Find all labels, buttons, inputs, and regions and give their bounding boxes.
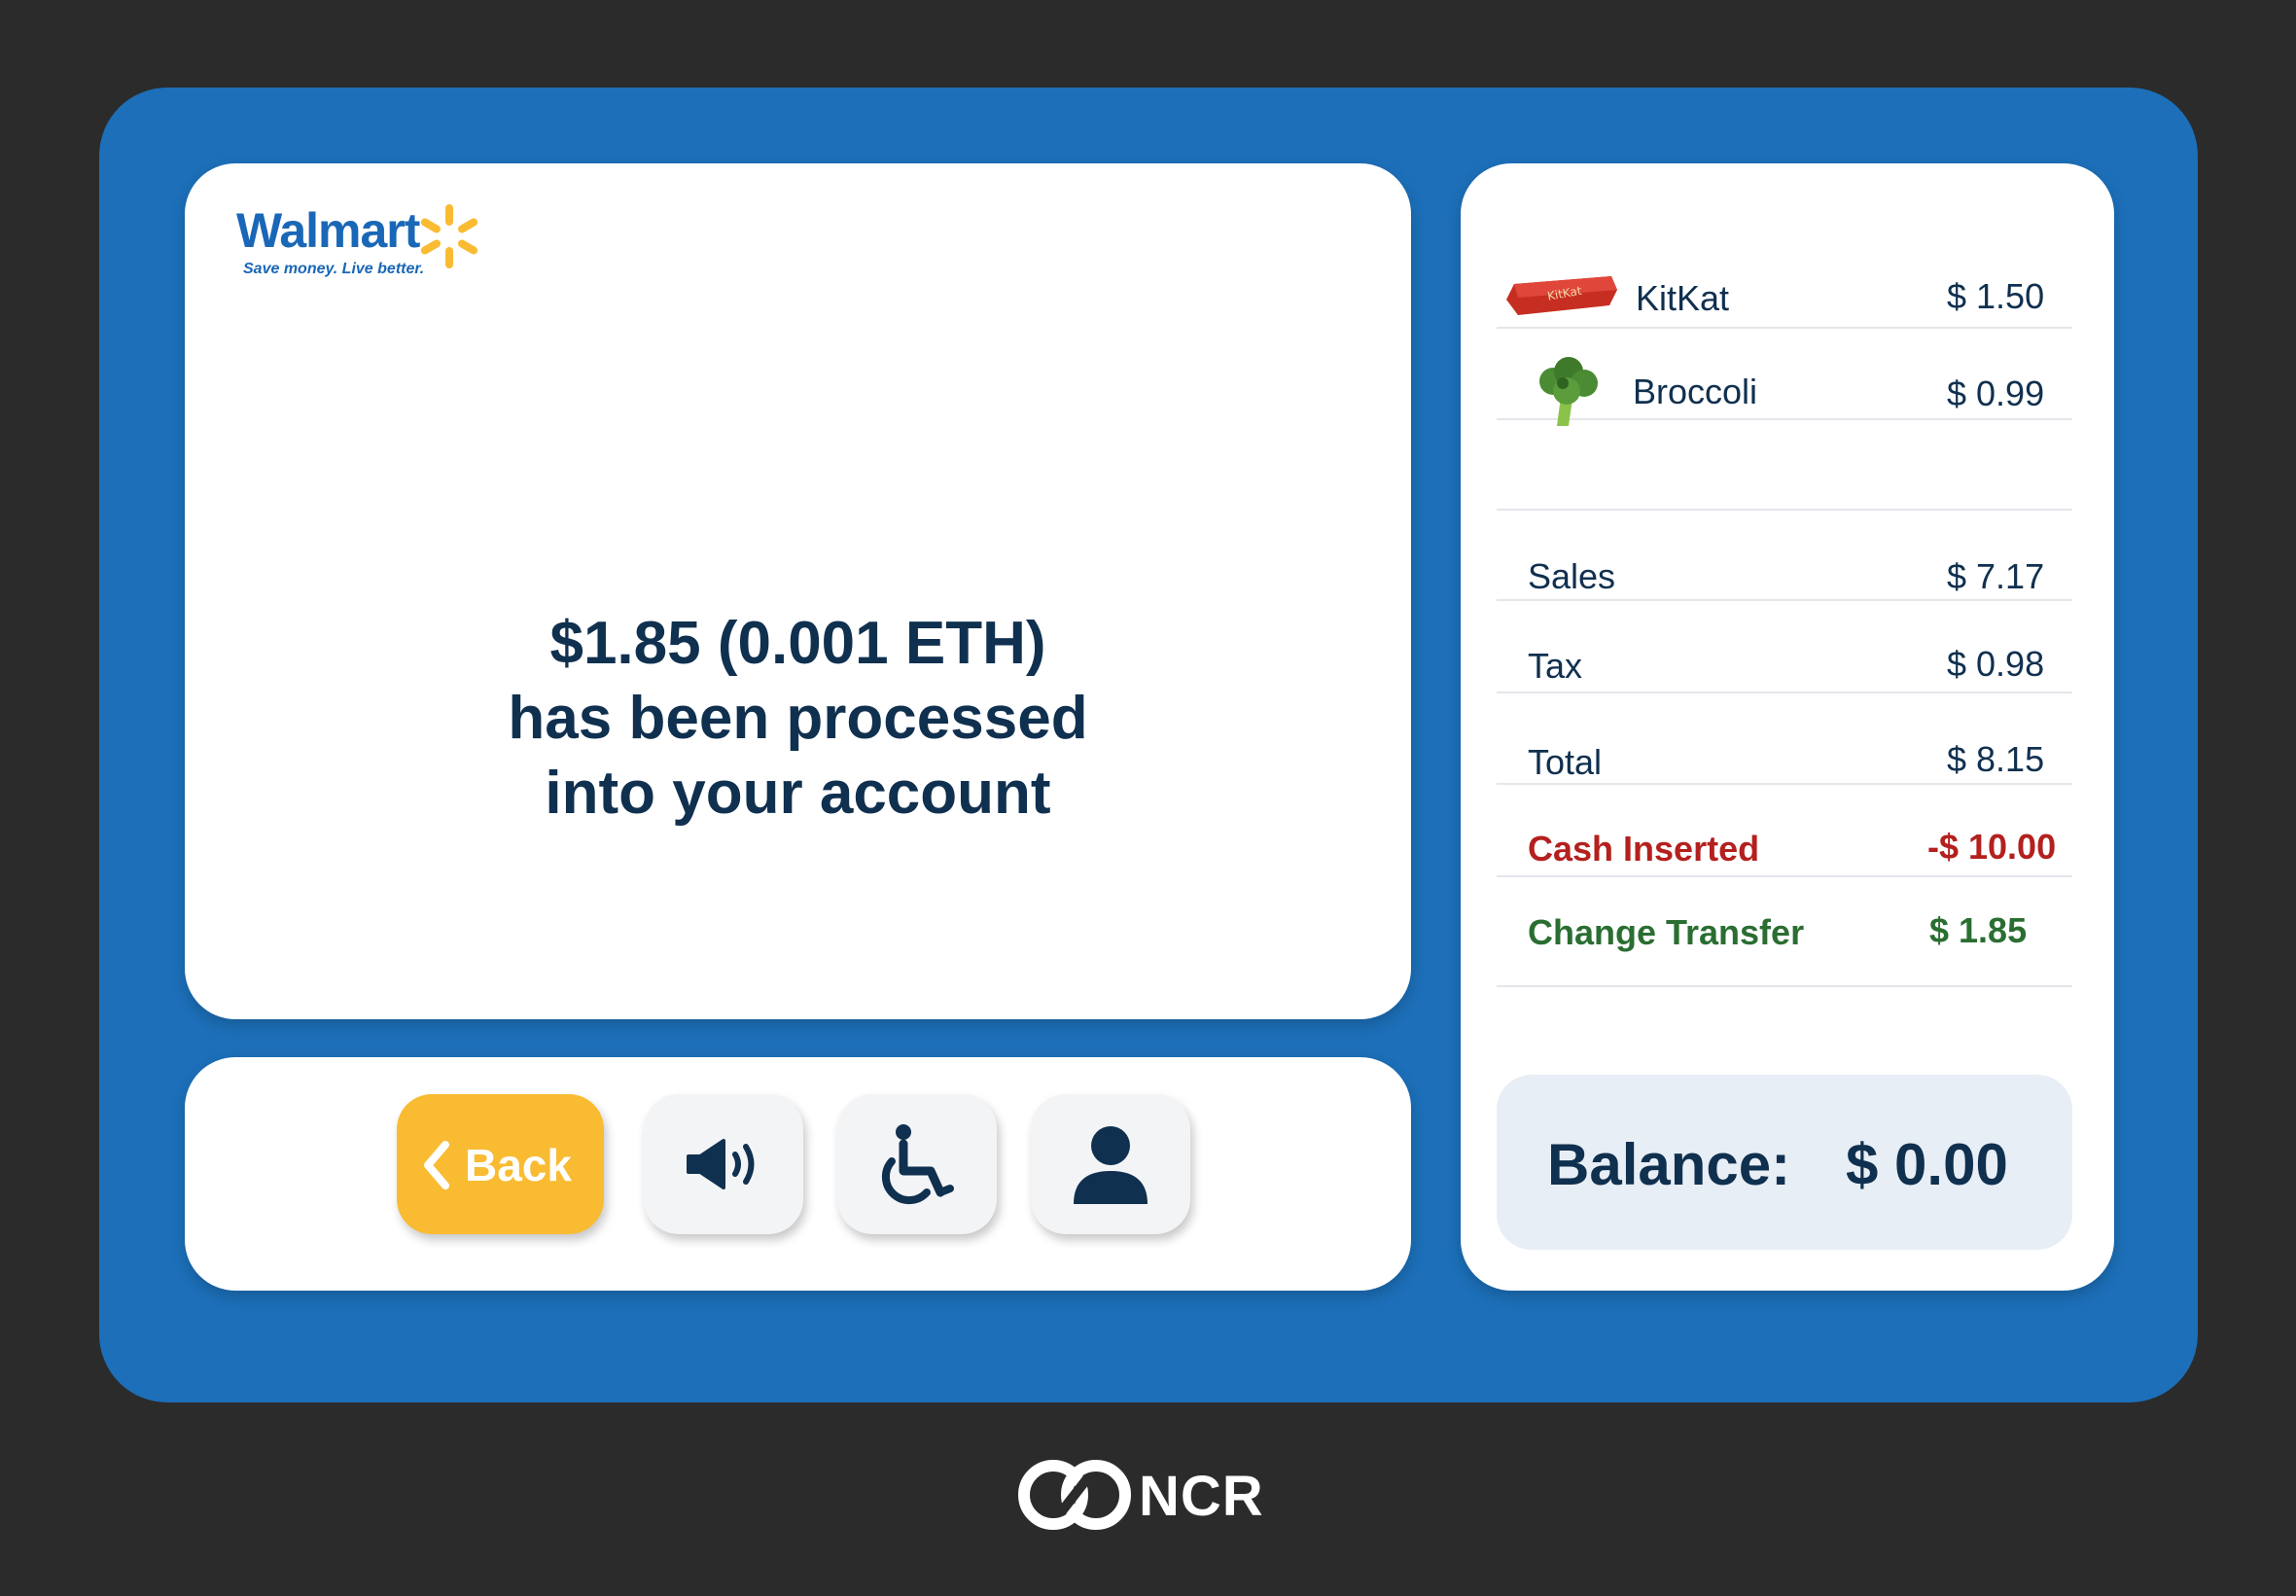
user-button[interactable] [1031,1094,1190,1234]
total-label: Total [1528,742,1603,782]
item-name: Broccoli [1633,372,1758,411]
broccoli-icon [1539,357,1598,426]
ncr-wordmark: NCR [1139,1465,1264,1528]
balance-box: Balance: $ 0.00 [1497,1075,2072,1250]
divider [1497,875,2072,877]
divider [1497,985,2072,987]
logo-wordmark: Walmart [236,203,420,258]
wheelchair-icon [881,1124,954,1205]
speaker-icon [687,1139,755,1189]
ncr-mark-icon [1018,1460,1131,1530]
cash-inserted-value: -$ 10.00 [1927,827,2057,867]
sales-label: Sales [1528,556,1616,596]
item-name: KitKat [1636,278,1730,318]
kiosk-screen: Walmart Save money. Live better. $1.85 (… [99,88,2198,1402]
message-line-2: has been processed [508,685,1088,752]
back-button-label: Back [465,1140,572,1190]
status-message: $1.85 (0.001 ETH) has been processed int… [185,606,1411,831]
back-button[interactable]: Back [397,1094,604,1234]
change-transfer-label: Change Transfer [1528,912,1805,952]
receipt-panel: KitKat KitKat $ 1.50 Broccoli $ 0.99 Sal… [1461,163,2114,1291]
logo-tagline: Save money. Live better. [243,261,425,277]
chevron-left-icon [424,1141,449,1189]
message-line-1: $1.85 (0.001 ETH) [549,610,1046,677]
item-price: $ 1.50 [1947,276,2045,316]
accessibility-button[interactable] [837,1094,997,1234]
audio-button[interactable] [644,1094,803,1234]
cash-inserted-label: Cash Inserted [1528,829,1760,869]
controls-panel: Back [185,1057,1411,1291]
balance-value: $ 0.00 [1846,1132,2008,1197]
message-panel: Walmart Save money. Live better. $1.85 (… [185,163,1411,1019]
divider [1497,509,2072,511]
balance-label: Balance: [1547,1132,1791,1197]
divider [1497,327,2072,329]
divider [1497,692,2072,693]
user-icon [1074,1126,1148,1204]
sales-value: $ 7.17 [1947,556,2045,596]
message-line-3: into your account [545,760,1051,827]
ncr-logo: NCR [1016,1456,1279,1534]
kitkat-icon: KitKat [1506,276,1617,315]
tax-label: Tax [1528,646,1583,686]
total-value: $ 8.15 [1947,739,2045,779]
tax-value: $ 0.98 [1947,644,2045,684]
walmart-spark-icon [420,204,478,268]
item-price: $ 0.99 [1947,373,2045,413]
walmart-logo: Walmart Save money. Live better. [236,202,518,290]
divider [1497,783,2072,785]
change-transfer-value: $ 1.85 [1929,910,2028,950]
divider [1497,599,2072,601]
